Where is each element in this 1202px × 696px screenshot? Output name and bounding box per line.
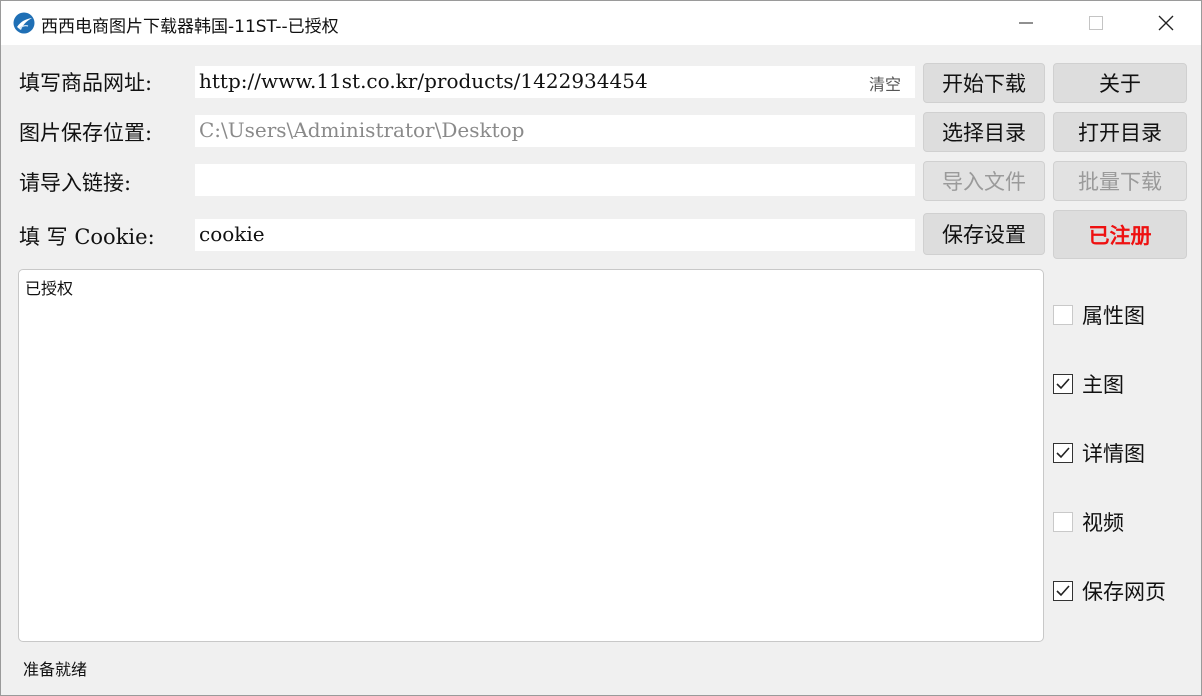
start-download-button[interactable]: 开始下载 [923, 63, 1045, 103]
option-attribute-images[interactable]: 属性图 [1053, 301, 1193, 329]
window-title: 西西电商图片下载器韩国-11ST--已授权 [41, 17, 339, 37]
save-path-input[interactable]: C:\Users\Administrator\Desktop [195, 115, 915, 147]
app-logo-icon [13, 12, 35, 34]
close-icon [1158, 15, 1174, 31]
cookie-label: 填 写 Cookie: [19, 225, 155, 249]
import-label: 请导入链接: [19, 171, 132, 195]
maximize-icon [1089, 16, 1103, 30]
save-path-label: 图片保存位置: [19, 121, 153, 145]
maximize-button[interactable] [1061, 1, 1131, 45]
checkbox[interactable] [1053, 305, 1073, 325]
import-links-input[interactable] [195, 164, 915, 196]
option-save-webpage[interactable]: 保存网页 [1053, 577, 1193, 605]
title-bar[interactable]: 西西电商图片下载器韩国-11ST--已授权 [1, 1, 1201, 45]
minimize-button[interactable] [991, 1, 1061, 45]
about-button[interactable]: 关于 [1053, 63, 1187, 103]
option-label: 属性图 [1082, 304, 1145, 328]
import-file-button[interactable]: 导入文件 [923, 161, 1045, 201]
check-icon [1056, 378, 1070, 390]
option-label: 视频 [1082, 511, 1124, 535]
option-label: 保存网页 [1082, 580, 1166, 604]
checkbox[interactable] [1053, 581, 1073, 601]
save-path-value: C:\Users\Administrator\Desktop [199, 118, 525, 142]
status-text: 准备就绪 [23, 660, 88, 679]
choose-dir-button[interactable]: 选择目录 [923, 112, 1045, 152]
registered-button[interactable]: 已注册 [1053, 210, 1187, 259]
url-input-value: http://www.11st.co.kr/products/142293445… [199, 69, 648, 93]
log-textarea[interactable]: 已授权 [18, 269, 1044, 642]
open-dir-button[interactable]: 打开目录 [1053, 112, 1187, 152]
checkbox[interactable] [1053, 374, 1073, 394]
batch-download-button[interactable]: 批量下载 [1053, 161, 1187, 201]
option-label: 详情图 [1082, 442, 1145, 466]
close-button[interactable] [1131, 1, 1201, 45]
checkbox[interactable] [1053, 512, 1073, 532]
option-detail-images[interactable]: 详情图 [1053, 439, 1193, 467]
option-main-images[interactable]: 主图 [1053, 370, 1193, 398]
log-text: 已授权 [25, 279, 74, 298]
clear-button[interactable]: 清空 [869, 71, 901, 95]
check-icon [1056, 585, 1070, 597]
url-label: 填写商品网址: [19, 71, 153, 95]
cookie-value: cookie [199, 222, 265, 246]
option-label: 主图 [1082, 373, 1124, 397]
option-video[interactable]: 视频 [1053, 508, 1193, 536]
check-icon [1056, 447, 1070, 459]
app-window: 西西电商图片下载器韩国-11ST--已授权 填写商品网址: http://www… [0, 0, 1202, 696]
checkbox[interactable] [1053, 443, 1073, 463]
save-settings-button[interactable]: 保存设置 [923, 213, 1045, 255]
url-input[interactable]: http://www.11st.co.kr/products/142293445… [195, 66, 915, 98]
cookie-input[interactable]: cookie [195, 219, 915, 251]
minimize-icon [1019, 22, 1033, 24]
